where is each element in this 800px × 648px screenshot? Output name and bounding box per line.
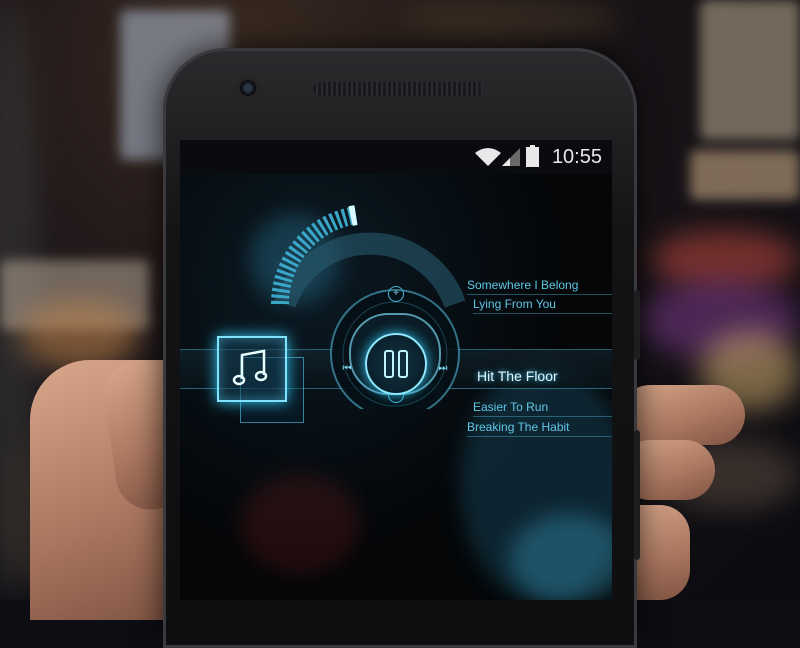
signal-icon <box>502 148 520 166</box>
volume-up-button[interactable]: + <box>388 286 404 302</box>
volume-rocker[interactable] <box>634 430 640 560</box>
status-bar: 10:55 <box>180 140 612 174</box>
next-button[interactable]: ⏭ <box>434 362 452 376</box>
earpiece-speaker <box>313 82 483 96</box>
divider <box>467 294 612 295</box>
battery-icon <box>526 145 539 167</box>
phone-screen: 10:55 + − ⏮ ⏭ <box>180 140 612 600</box>
playlist-item[interactable]: Somewhere I Belong <box>467 278 578 292</box>
music-note-icon <box>232 349 268 386</box>
smoke-decoration <box>240 474 360 574</box>
divider <box>467 436 612 437</box>
previous-button[interactable]: ⏮ <box>338 362 356 376</box>
front-camera-icon <box>240 80 256 96</box>
playlist-item[interactable]: Lying From You <box>473 297 556 311</box>
divider <box>473 416 612 417</box>
pause-icon <box>384 350 408 378</box>
clock-time: 10:55 <box>551 146 602 168</box>
divider <box>473 313 612 314</box>
pause-button[interactable] <box>365 333 427 395</box>
power-button[interactable] <box>634 290 640 360</box>
playlist-item[interactable]: Breaking The Habit <box>467 420 570 434</box>
playlist-item[interactable]: Easier To Run <box>473 400 548 414</box>
playlist-item-current[interactable]: Hit The Floor <box>477 368 558 384</box>
music-player: + − ⏮ ⏭ Somewhere I Belong Lying From Yo… <box>180 174 612 600</box>
album-art[interactable] <box>217 336 287 402</box>
wifi-icon <box>475 148 501 166</box>
